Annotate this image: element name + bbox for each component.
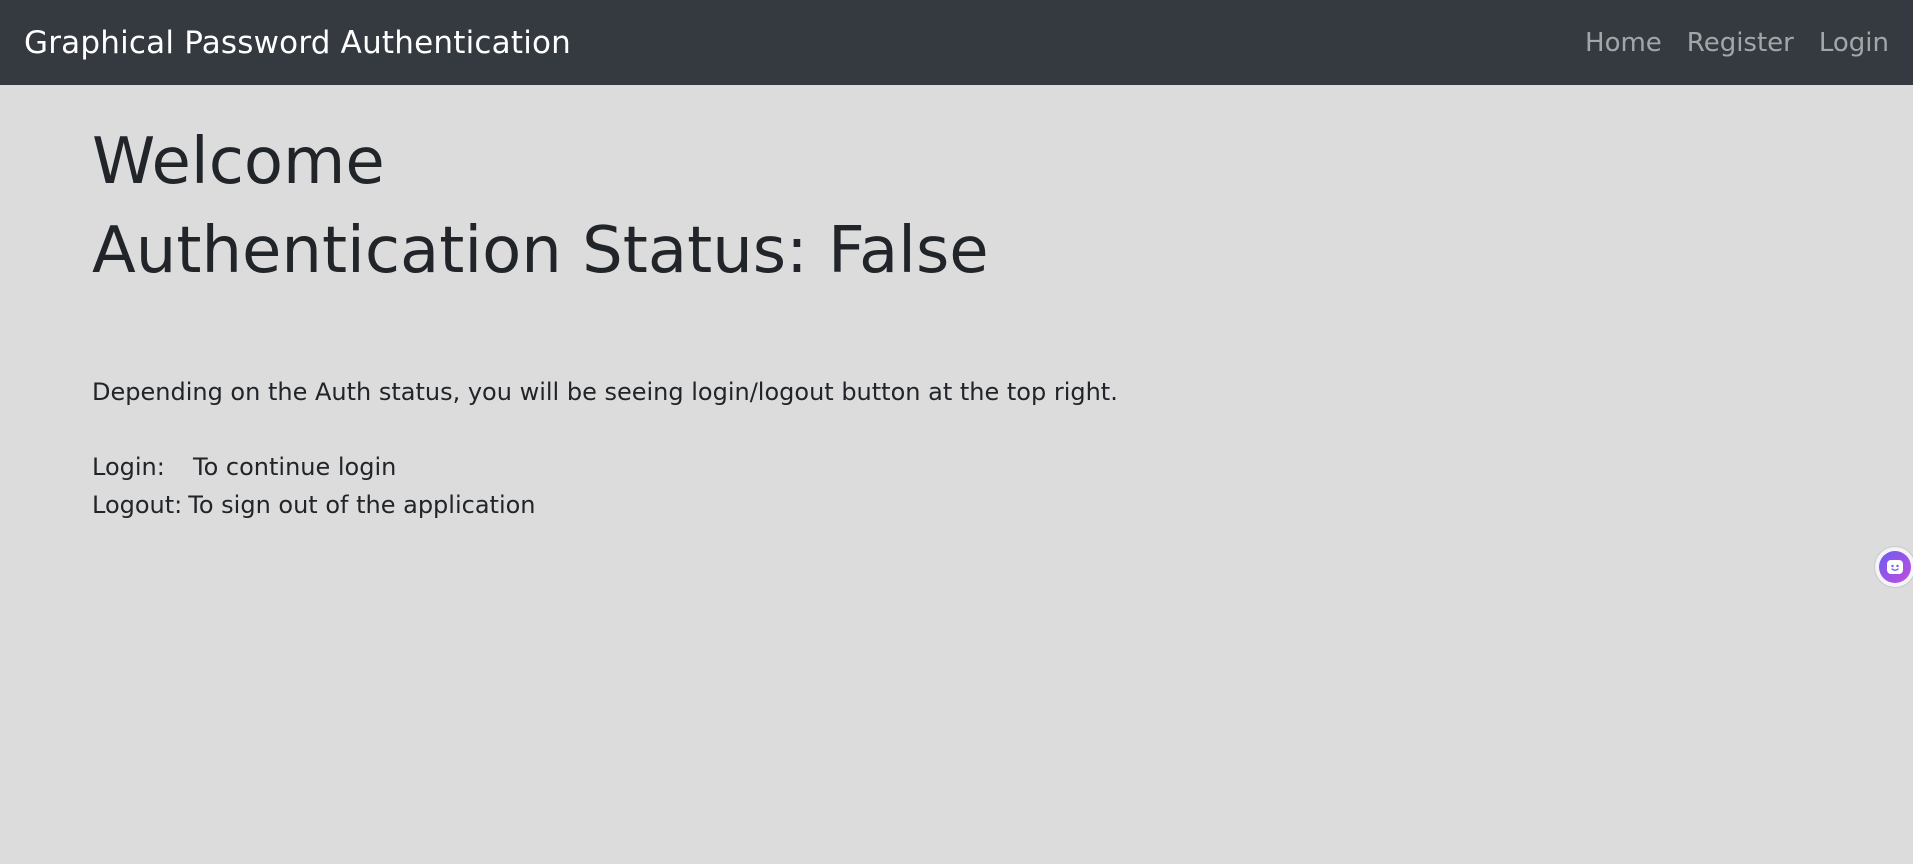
smiley-chat-icon bbox=[1879, 551, 1911, 583]
auth-status-heading: Authentication Status: False bbox=[92, 214, 989, 288]
nav-links: Home Register Login bbox=[1585, 28, 1889, 58]
nav-home-link[interactable]: Home bbox=[1585, 28, 1662, 58]
welcome-heading: Welcome bbox=[92, 125, 385, 199]
legend-value: To continue login bbox=[193, 453, 397, 481]
main-heading: Welcome Authentication Status: False bbox=[92, 118, 989, 296]
legend-key: Login: bbox=[92, 453, 165, 481]
legend-value: To sign out of the application bbox=[188, 491, 536, 519]
chat-widget-button[interactable] bbox=[1874, 546, 1913, 588]
brand-link[interactable]: Graphical Password Authentication bbox=[24, 25, 571, 61]
nav-login-link[interactable]: Login bbox=[1819, 28, 1889, 58]
nav-register-link[interactable]: Register bbox=[1687, 28, 1794, 58]
legend-row-login: Login: To continue login bbox=[92, 448, 536, 486]
top-navbar: Graphical Password Authentication Home R… bbox=[0, 0, 1913, 85]
legend-key: Logout: bbox=[92, 491, 183, 519]
legend-row-logout: Logout: To sign out of the application bbox=[92, 486, 536, 524]
button-legend: Login: To continue login Logout: To sign… bbox=[92, 448, 536, 524]
auth-description: Depending on the Auth status, you will b… bbox=[92, 378, 1118, 406]
